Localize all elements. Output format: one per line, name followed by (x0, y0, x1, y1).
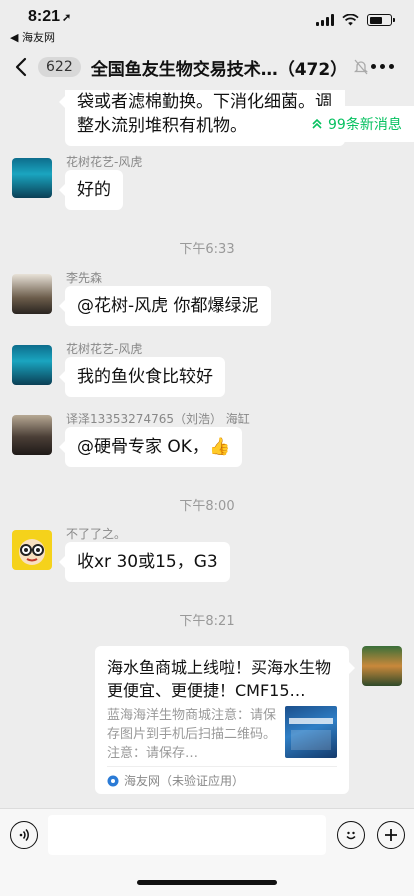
more-options-button[interactable] (367, 56, 398, 77)
thumbs-up-icon: 👍 (208, 437, 231, 457)
home-indicator (137, 880, 277, 885)
card-source: 海友网（未验证应用） (107, 766, 337, 794)
avatar[interactable] (12, 274, 52, 314)
battery-icon (367, 14, 395, 26)
sender-name: 花树花艺-风虎 (66, 342, 143, 356)
card-thumbnail (285, 706, 337, 758)
sender-name: 花树花艺-风虎 (66, 155, 143, 169)
message-bubble[interactable]: @花树-风虎 你都爆绿泥 (59, 286, 271, 326)
message-text: 好的 (77, 180, 111, 200)
location-arrow-icon: ➚ (62, 12, 72, 24)
message-bubble[interactable]: 我的鱼伙食比较好 (59, 357, 225, 397)
message-input[interactable] (48, 815, 326, 855)
voice-icon (19, 828, 29, 842)
message-text: @花树-风虎 你都爆绿泥 (77, 296, 259, 316)
add-button[interactable] (377, 821, 405, 849)
chevron-left-icon (15, 57, 27, 77)
message-text: 收xr 30或15，G3 (77, 552, 218, 572)
sender-name: 不了了之。 (66, 527, 127, 541)
status-bar: 8:21 ➚ ◀ 海友网 (0, 0, 414, 44)
emoji-button[interactable] (337, 821, 365, 849)
status-icons (316, 14, 395, 26)
cartoon-avatar-icon (19, 539, 45, 565)
back-button[interactable] (4, 44, 38, 90)
unread-count-badge[interactable]: 622 (38, 57, 81, 77)
sender-name: 译泽13353274765（刘浩） 海缸 (66, 412, 250, 426)
new-messages-label: 99条新消息 (328, 117, 402, 133)
message-bubble[interactable]: 好的 (59, 170, 123, 210)
mute-bell-icon (353, 59, 368, 75)
avatar[interactable] (12, 530, 52, 570)
avatar[interactable] (12, 415, 52, 455)
avatar[interactable] (12, 345, 52, 385)
plus-icon (385, 829, 397, 841)
voice-button[interactable] (10, 821, 38, 849)
message-bubble[interactable]: @硬骨专家 OK，👍 (58, 427, 243, 467)
timestamp: 下午6:33 (179, 242, 235, 257)
chat-header: 622 全国鱼友生物交易技术…（472） (0, 44, 414, 90)
emoji-icon (346, 831, 356, 840)
back-to-app-link[interactable]: ◀ 海友网 (10, 29, 55, 45)
app-logo-icon (107, 775, 119, 786)
message-text: 我的鱼伙食比较好 (77, 367, 213, 387)
timestamp: 下午8:21 (179, 614, 235, 629)
double-chevron-up-icon (312, 118, 322, 129)
avatar[interactable] (12, 158, 52, 198)
message-text: @硬骨专家 OK， (77, 437, 209, 457)
timestamp: 下午8:00 (179, 499, 235, 514)
new-messages-button[interactable]: 99条新消息 (298, 106, 414, 142)
sender-name: 李先森 (66, 271, 103, 285)
my-avatar[interactable] (362, 646, 402, 686)
chat-title: 全国鱼友生物交易技术…（472） (90, 59, 348, 80)
message-text: 袋或者滤棉勤换。下消化细菌。调整水流别堆积有机物。 (77, 92, 332, 136)
card-description: 蓝海海洋生物商城注意：请保存图片到手机后扫描二维码。注意：请保存… (107, 708, 277, 761)
link-card-message[interactable]: 海水鱼商城上线啦！买海水生物更便宜、更便捷！CMF15… 蓝海海洋生物商城注意：… (95, 646, 355, 794)
wifi-icon (342, 14, 359, 26)
card-title: 海水鱼商城上线啦！买海水生物更便宜、更便捷！CMF15… (107, 658, 332, 700)
signal-icon (316, 14, 334, 26)
card-source-label: 海友网（未验证应用） (124, 774, 245, 788)
message-bubble[interactable]: 收xr 30或15，G3 (59, 542, 230, 582)
status-time: 8:21 ➚ (28, 8, 72, 25)
